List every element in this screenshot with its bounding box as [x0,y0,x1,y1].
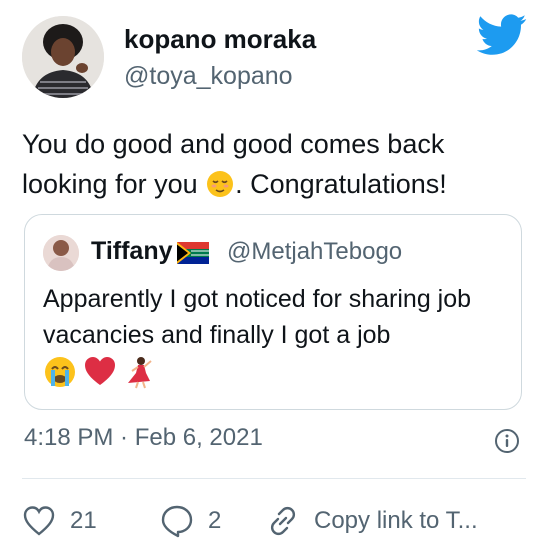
quoted-handle: @MetjahTebogo [227,238,403,265]
south-africa-flag-icon [177,242,209,264]
tweet-text-part-2: . Congratulations! [235,169,447,199]
quoted-tweet[interactable]: Tiffany @MetjahTebogo Apparently I got n… [24,214,522,410]
divider [22,478,526,479]
info-icon[interactable] [494,428,520,454]
author-handle[interactable]: @toya_kopano [124,62,293,91]
crying-face-emoji [45,357,75,387]
relieved-face-emoji [207,171,234,197]
heart-icon [23,506,55,536]
quoted-emoji-row [43,355,156,389]
reply-button[interactable]: 2 [160,502,221,540]
copy-link-label: Copy link to T... [314,507,478,534]
quoted-author-avatar [43,235,79,271]
red-heart-emoji [85,357,116,385]
tweet-card: kopano moraka @toya_kopano You do good a… [0,0,548,560]
tweet-text: You do good and good comes back looking … [22,124,526,204]
like-count: 21 [70,507,97,534]
reply-count: 2 [208,507,222,534]
tweet-timestamp[interactable]: 4:18 PM · Feb 6, 2021 [24,424,263,452]
author-display-name[interactable]: kopano moraka [124,24,316,55]
reply-icon [161,505,193,538]
twitter-bird-icon[interactable] [477,14,527,56]
like-button[interactable]: 21 [22,502,97,540]
copy-link-button[interactable]: Copy link to T... [266,502,478,540]
quoted-display-name: Tiffany [91,237,173,265]
author-avatar[interactable] [22,16,104,98]
dancing-woman-emoji [127,357,152,389]
link-icon [270,506,296,536]
quoted-text: Apparently I got noticed for sharing job… [43,285,472,349]
